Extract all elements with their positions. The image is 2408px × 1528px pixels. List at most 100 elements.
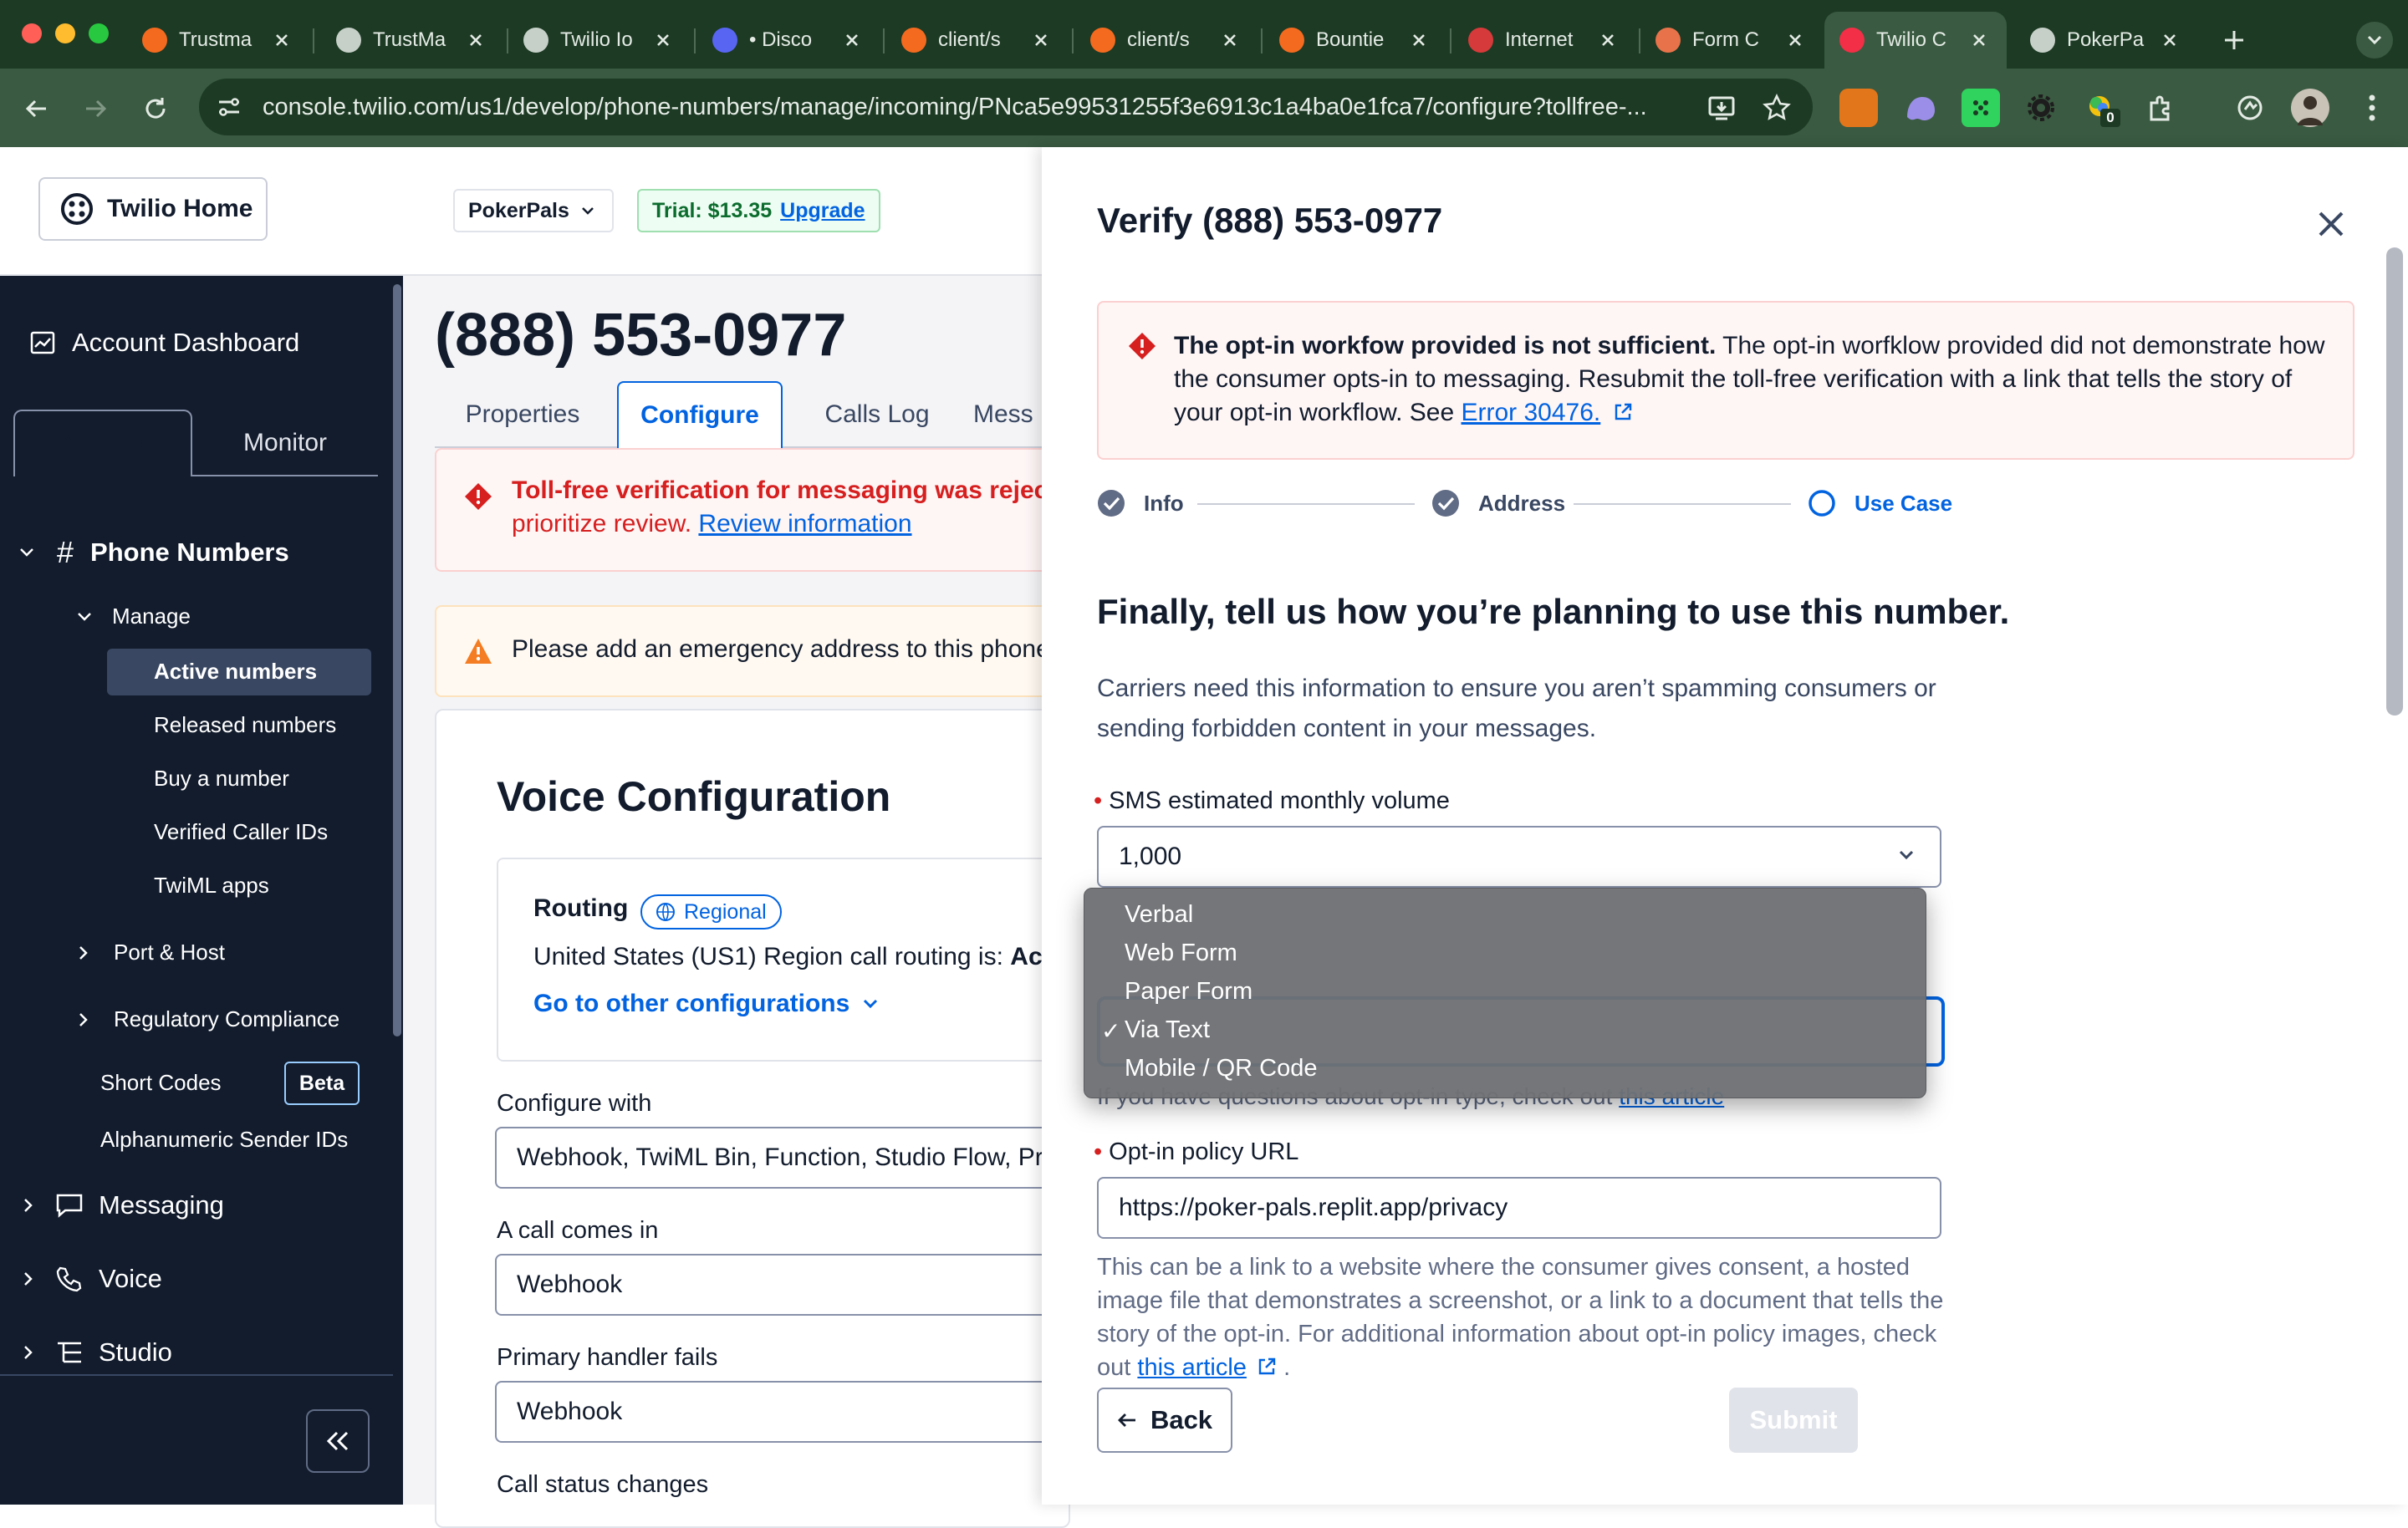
browser-tab[interactable]: Internet xyxy=(1453,12,1635,69)
arrow-left-icon xyxy=(25,99,46,118)
optin-url-input[interactable]: https://poker-pals.replit.app/privacy xyxy=(1097,1177,1941,1239)
submit-button[interactable]: Submit xyxy=(1729,1388,1858,1453)
twilio-home-button[interactable]: Twilio Home xyxy=(38,177,268,241)
sidebar-item-alphanumeric-sender-ids[interactable]: Alphanumeric Sender IDs xyxy=(100,1127,348,1153)
browser-tab[interactable]: • Disco xyxy=(697,12,880,69)
error-diamond-icon xyxy=(1129,333,1156,359)
colorful-extension-icon[interactable]: 0 xyxy=(2082,89,2120,127)
sidebar-item-short-codes[interactable]: Short Codes xyxy=(100,1070,222,1096)
dropdown-option-paper-form[interactable]: Paper Form xyxy=(1084,972,1926,1011)
tab-close-button[interactable] xyxy=(1967,28,1992,53)
sidebar-item-port-host[interactable]: Port & Host xyxy=(79,940,225,965)
sidebar-item-voice[interactable]: Voice xyxy=(23,1264,162,1294)
tab-close-button[interactable] xyxy=(1783,28,1808,53)
window-zoom-button[interactable] xyxy=(89,23,109,43)
review-information-link[interactable]: Review information xyxy=(698,510,911,537)
browser-tab[interactable]: client/s xyxy=(1075,12,1258,69)
sidebar-item-regulatory-compliance[interactable]: Regulatory Compliance xyxy=(79,1006,339,1032)
back-button[interactable]: Back xyxy=(1097,1388,1232,1453)
dropdown-option-verbal[interactable]: Verbal xyxy=(1084,895,1926,934)
url-text[interactable]: console.twilio.com/us1/develop/phone-num… xyxy=(263,94,1701,121)
address-bar[interactable]: console.twilio.com/us1/develop/phone-num… xyxy=(199,79,1813,135)
dropdown-option-via-text[interactable]: ✓ Via Text xyxy=(1084,1011,1926,1049)
forward-nav-button[interactable] xyxy=(75,89,115,129)
use-case-description: Carriers need this information to ensure… xyxy=(1097,675,1936,742)
tab-close-button[interactable] xyxy=(839,28,865,53)
optin-policy-article-link[interactable]: this article xyxy=(1137,1354,1247,1381)
reload-icon xyxy=(145,98,166,119)
drawer-scrollbar-thumb[interactable] xyxy=(2386,247,2403,716)
phone-icon xyxy=(56,1266,82,1292)
tab-close-button[interactable] xyxy=(650,28,676,53)
sync-icon[interactable] xyxy=(2231,89,2269,127)
error-30476-link[interactable]: Error 30476. xyxy=(1462,399,1601,426)
browser-tab[interactable]: client/s xyxy=(886,12,1069,69)
extensions-puzzle-icon[interactable] xyxy=(2142,89,2181,127)
sidebar-item-active-numbers[interactable]: Active numbers xyxy=(154,659,317,685)
browser-tab[interactable]: Trustma xyxy=(127,12,309,69)
new-tab-button[interactable] xyxy=(2207,12,2266,69)
sidebar-item-phone-numbers[interactable]: # Phone Numbers xyxy=(18,535,289,570)
browser-menu-icon[interactable] xyxy=(2353,89,2391,127)
sidebar-account-dashboard-label: Account Dashboard xyxy=(72,328,300,357)
reload-button[interactable] xyxy=(135,89,176,129)
tab-separator xyxy=(1072,28,1074,53)
current-step-circle-icon xyxy=(1809,490,1835,517)
browser-tab[interactable]: TrustMa xyxy=(321,12,503,69)
tab-develop[interactable]: Develop xyxy=(13,410,192,476)
sidebar-item-account-dashboard[interactable]: Account Dashboard xyxy=(30,328,299,358)
tab-close-button[interactable] xyxy=(1217,28,1242,53)
tab-separator xyxy=(694,28,696,53)
browser-tab[interactable]: Form C xyxy=(1640,12,1823,69)
sidebar-item-twiml-apps[interactable]: TwiML apps xyxy=(154,873,269,899)
sidebar-item-messaging[interactable]: Messaging xyxy=(23,1190,224,1220)
upgrade-link[interactable]: Upgrade xyxy=(780,199,865,223)
tab-close-button[interactable] xyxy=(463,28,488,53)
browser-tab[interactable]: PokerPa xyxy=(2015,12,2197,69)
site-info-icon[interactable] xyxy=(216,94,242,120)
sidebar-item-manage[interactable]: Manage xyxy=(77,604,191,629)
tab-close-button[interactable] xyxy=(1595,28,1620,53)
tab-calls-log[interactable]: Calls Log xyxy=(789,381,965,448)
sidebar-item-verified-caller-ids[interactable]: Verified Caller IDs xyxy=(154,819,328,845)
gear-extension-icon[interactable] xyxy=(2022,89,2060,127)
tab-configure[interactable]: Configure xyxy=(617,381,783,448)
dropdown-option-mobile-qr-code[interactable]: Mobile / QR Code xyxy=(1084,1049,1926,1087)
account-switcher[interactable]: PokerPals xyxy=(453,189,614,232)
sidebar-item-studio[interactable]: Studio xyxy=(23,1337,172,1368)
dashboard-icon xyxy=(30,331,55,354)
dice-extension-icon[interactable] xyxy=(1962,89,2000,127)
configure-with-select[interactable]: Webhook, TwiML Bin, Function, Studio Flo… xyxy=(495,1127,1080,1189)
window-minimize-button[interactable] xyxy=(55,23,75,43)
monthly-volume-select[interactable]: 1,000 xyxy=(1097,826,1941,888)
profile-avatar[interactable] xyxy=(2291,89,2329,127)
sidebar-item-released-numbers[interactable]: Released numbers xyxy=(154,712,336,738)
primary-handler-fails-select[interactable]: Webhook xyxy=(495,1381,1080,1443)
sidebar-studio-label: Studio xyxy=(99,1337,172,1367)
metamask-extension-icon[interactable] xyxy=(1839,89,1878,127)
browser-tab[interactable]: Bountie xyxy=(1264,12,1446,69)
back-nav-button[interactable] xyxy=(17,89,57,129)
window-close-button[interactable] xyxy=(22,23,42,43)
tab-close-button[interactable] xyxy=(269,28,294,53)
collapse-sidebar-button[interactable] xyxy=(306,1409,370,1473)
tab-close-button[interactable] xyxy=(1028,28,1054,53)
call-comes-in-select[interactable]: Webhook xyxy=(495,1254,1080,1316)
bookmark-star-icon[interactable] xyxy=(1758,89,1796,127)
sidebar-scrollbar[interactable] xyxy=(393,284,401,1036)
tab-search-button[interactable] xyxy=(2356,22,2393,59)
install-app-icon[interactable] xyxy=(1702,89,1741,127)
dropdown-option-web-form[interactable]: Web Form xyxy=(1084,934,1926,972)
browser-tab[interactable]: Twilio C xyxy=(1824,12,2007,69)
step-connector xyxy=(1197,503,1415,505)
sidebar-item-buy-number[interactable]: Buy a number xyxy=(154,766,289,792)
ghost-extension-icon[interactable] xyxy=(1901,89,1940,127)
tab-close-button[interactable] xyxy=(2157,28,2182,53)
browser-tab[interactable]: Twilio Io xyxy=(508,12,691,69)
close-drawer-button[interactable] xyxy=(2311,204,2351,244)
tab-close-button[interactable] xyxy=(1406,28,1431,53)
tab-properties[interactable]: Properties xyxy=(435,381,610,448)
other-configurations-link[interactable]: Go to other configurations xyxy=(533,990,878,1018)
tab-monitor[interactable]: Monitor xyxy=(192,410,378,476)
tab-title: • Disco xyxy=(749,28,813,51)
